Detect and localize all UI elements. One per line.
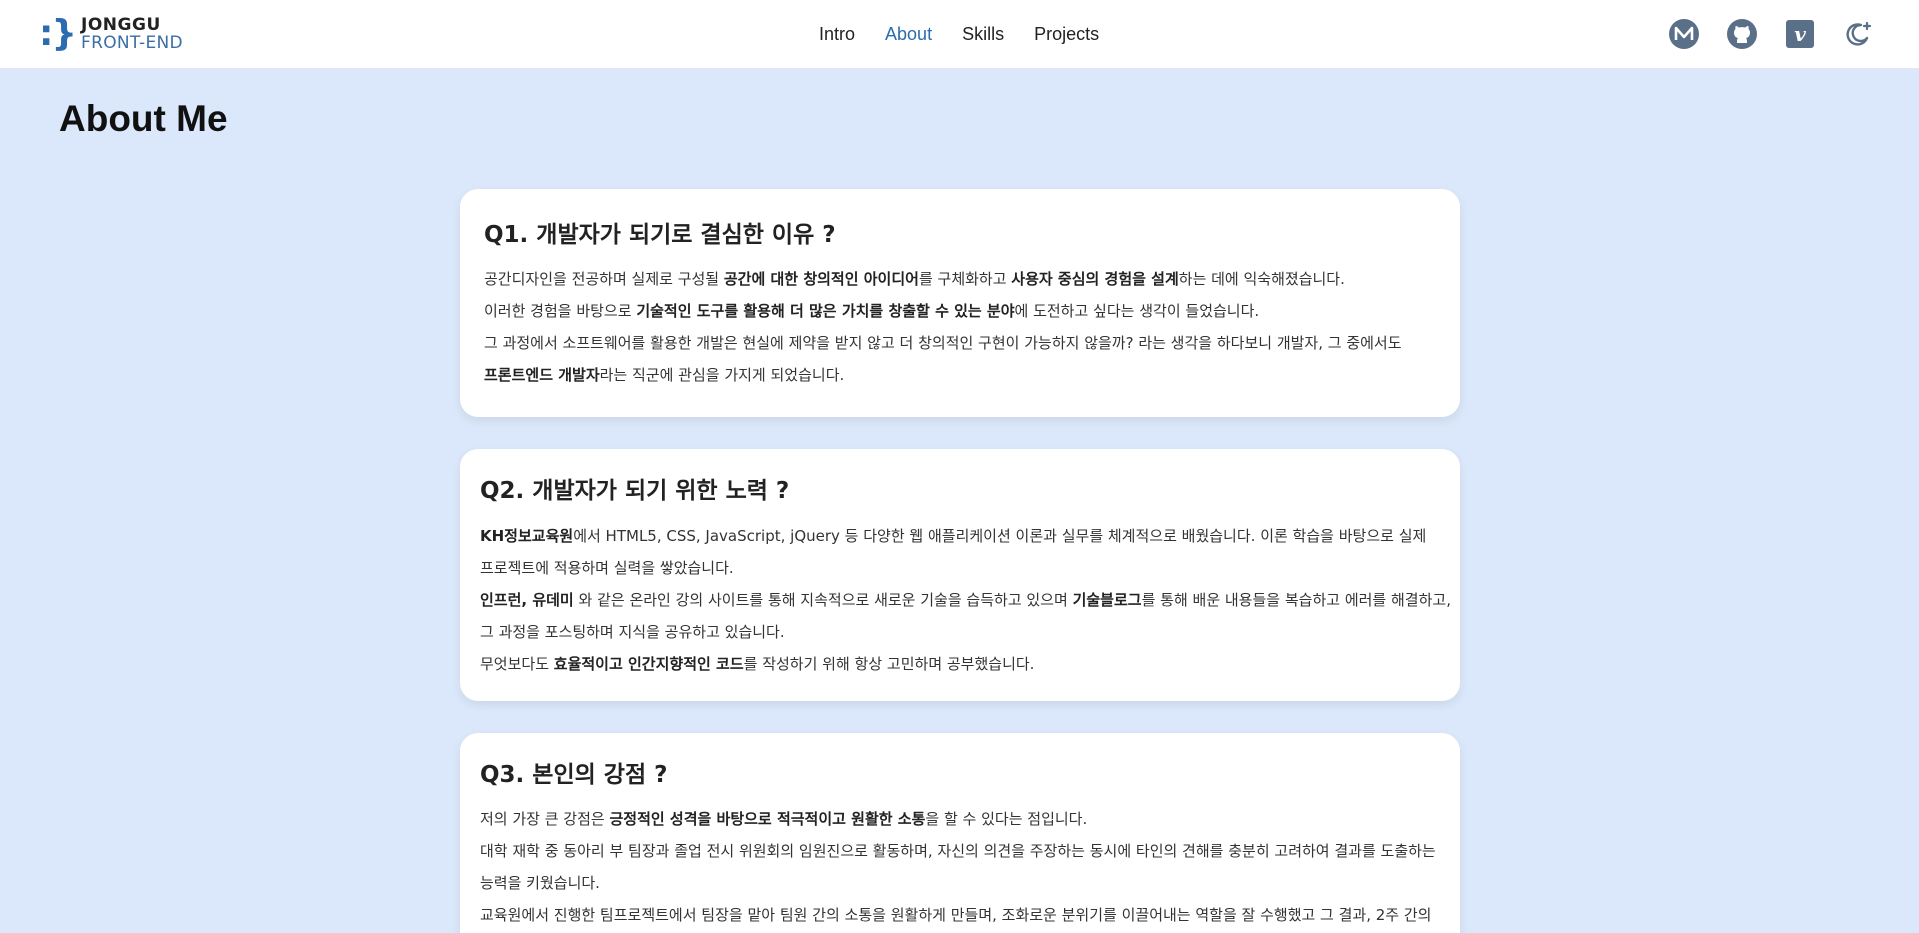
nav-projects[interactable]: Projects [1034,24,1099,45]
about-card-q1: Q1. 개발자가 되기로 결심한 이유 ? 공간디자인을 전공하며 실제로 구성… [460,189,1460,417]
logo-text: JONGGU FRONT-END [81,16,183,52]
answer-text: 를 구체화하고 [918,270,1012,288]
page-title: About Me [59,98,228,139]
github-icon[interactable] [1726,18,1758,50]
logo-name: JONGGU [81,15,161,35]
card-answer: KH정보교육원에서 HTML5, CSS, JavaScript, jQuery… [480,520,1451,680]
answer-text: 와 같은 온라인 강의 사이트를 통해 지속적으로 새로운 기술을 습득하고 있… [573,591,1073,609]
card-question: Q1. 개발자가 되기로 결심한 이유 ? [484,222,836,248]
velog-icon[interactable]: v [1784,18,1816,50]
highlight-text: KH정보교육원 [480,527,574,545]
header-icons: v [1668,17,1874,51]
logo-subtitle: FRONT-END [81,33,183,53]
answer-text: 프로젝트에 적용하며 실력을 쌓았습니다. [480,559,734,577]
answer-text: 를 작성하기 위해 항상 고민하며 공부했습니다. [743,655,1035,673]
nav-about[interactable]: About [885,24,932,45]
answer-line: 프론트엔드 개발자라는 직군에 관심을 가지게 되었습니다. [484,359,1402,391]
logo-mark: :} [39,13,77,54]
about-card-q3: Q3. 본인의 강점 ? 저의 가장 큰 강점은 긍정적인 성격을 바탕으로 적… [460,733,1460,933]
answer-text: 하는 데에 익숙해졌습니다. [1178,270,1345,288]
highlight-text: 프론트엔드 개발자 [484,366,600,384]
answer-text: 공간디자인을 전공하며 실제로 구성될 [484,270,724,288]
answer-text: 를 통해 배운 내용들을 복습하고 에러를 해결하고, [1141,591,1451,609]
answer-text: 을 할 수 있다는 점입니다. [925,810,1088,828]
answer-line: 무엇보다도 효율적이고 인간지향적인 코드를 작성하기 위해 항상 고민하며 공… [480,648,1451,680]
card-question: Q3. 본인의 강점 ? [480,762,668,788]
answer-line: 이러한 경험을 바탕으로 기술적인 도구를 활용해 더 많은 가치를 창출할 수… [484,295,1402,327]
highlight-text: 효율적이고 인간지향적인 코드 [553,655,744,673]
answer-line: 그 과정에서 소프트웨어를 활용한 개발은 현실에 제약을 받지 않고 더 창의… [484,327,1402,359]
highlight-text: 기술블로그 [1072,591,1142,609]
answer-text: 능력을 키웠습니다. [480,874,600,892]
answer-text: 라는 직군에 관심을 가지게 되었습니다. [599,366,845,384]
answer-line: KH정보교육원에서 HTML5, CSS, JavaScript, jQuery… [480,520,1451,552]
answer-line: 교육원에서 진행한 팀프로젝트에서 팀장을 맡아 팀원 간의 소통을 원활하게 … [480,899,1436,931]
highlight-text: 인프런, 유데미 [480,591,574,609]
site-header: :} JONGGU FRONT-END Intro About Skills P… [0,0,1919,69]
answer-text: 대학 재학 중 동아리 부 팀장과 졸업 전시 위원회의 임원진으로 활동하며,… [480,842,1436,860]
main-nav: Intro About Skills Projects [819,22,1099,46]
answer-text: 에서 HTML5, CSS, JavaScript, jQuery 등 다양한 … [573,527,1427,545]
about-card-q2: Q2. 개발자가 되기 위한 노력 ? KH정보교육원에서 HTML5, CSS… [460,449,1460,701]
answer-text: 이러한 경험을 바탕으로 [484,302,637,320]
answer-line: 저의 가장 큰 강점은 긍정적인 성격을 바탕으로 적극적이고 원활한 소통을 … [480,803,1436,835]
answer-text: 저의 가장 큰 강점은 [480,810,610,828]
svg-text:v: v [1794,22,1806,46]
logo[interactable]: :} JONGGU FRONT-END [39,14,183,54]
nav-skills[interactable]: Skills [962,24,1004,45]
answer-text: 그 과정을 포스팅하며 지식을 공유하고 있습니다. [480,623,785,641]
answer-text: 무엇보다도 [480,655,554,673]
answer-line: 능력을 키웠습니다. [480,867,1436,899]
card-answer: 저의 가장 큰 강점은 긍정적인 성격을 바탕으로 적극적이고 원활한 소통을 … [480,803,1436,931]
dark-mode-icon[interactable] [1842,18,1874,50]
answer-line: 그 과정을 포스팅하며 지식을 공유하고 있습니다. [480,616,1451,648]
medium-icon[interactable] [1668,18,1700,50]
highlight-text: 기술적인 도구를 활용해 더 많은 가치를 창출할 수 있는 분야 [636,302,1015,320]
answer-text: 그 과정에서 소프트웨어를 활용한 개발은 현실에 제약을 받지 않고 더 창의… [484,334,1402,352]
answer-line: 인프런, 유데미 와 같은 온라인 강의 사이트를 통해 지속적으로 새로운 기… [480,584,1451,616]
highlight-text: 공간에 대한 창의적인 아이디어 [723,270,919,288]
highlight-text: 긍정적인 성격을 바탕으로 적극적이고 원활한 소통 [609,810,926,828]
answer-text: 에 도전하고 싶다는 생각이 들었습니다. [1014,302,1260,320]
answer-line: 대학 재학 중 동아리 부 팀장과 졸업 전시 위원회의 임원진으로 활동하며,… [480,835,1436,867]
nav-intro[interactable]: Intro [819,24,855,45]
answer-line: 공간디자인을 전공하며 실제로 구성될 공간에 대한 창의적인 아이디어를 구체… [484,263,1402,295]
highlight-text: 사용자 중심의 경험을 설계 [1011,270,1179,288]
answer-line: 프로젝트에 적용하며 실력을 쌓았습니다. [480,552,1451,584]
card-answer: 공간디자인을 전공하며 실제로 구성될 공간에 대한 창의적인 아이디어를 구체… [484,263,1402,391]
answer-text: 교육원에서 진행한 팀프로젝트에서 팀장을 맡아 팀원 간의 소통을 원활하게 … [480,906,1432,924]
card-question: Q2. 개발자가 되기 위한 노력 ? [480,478,790,504]
